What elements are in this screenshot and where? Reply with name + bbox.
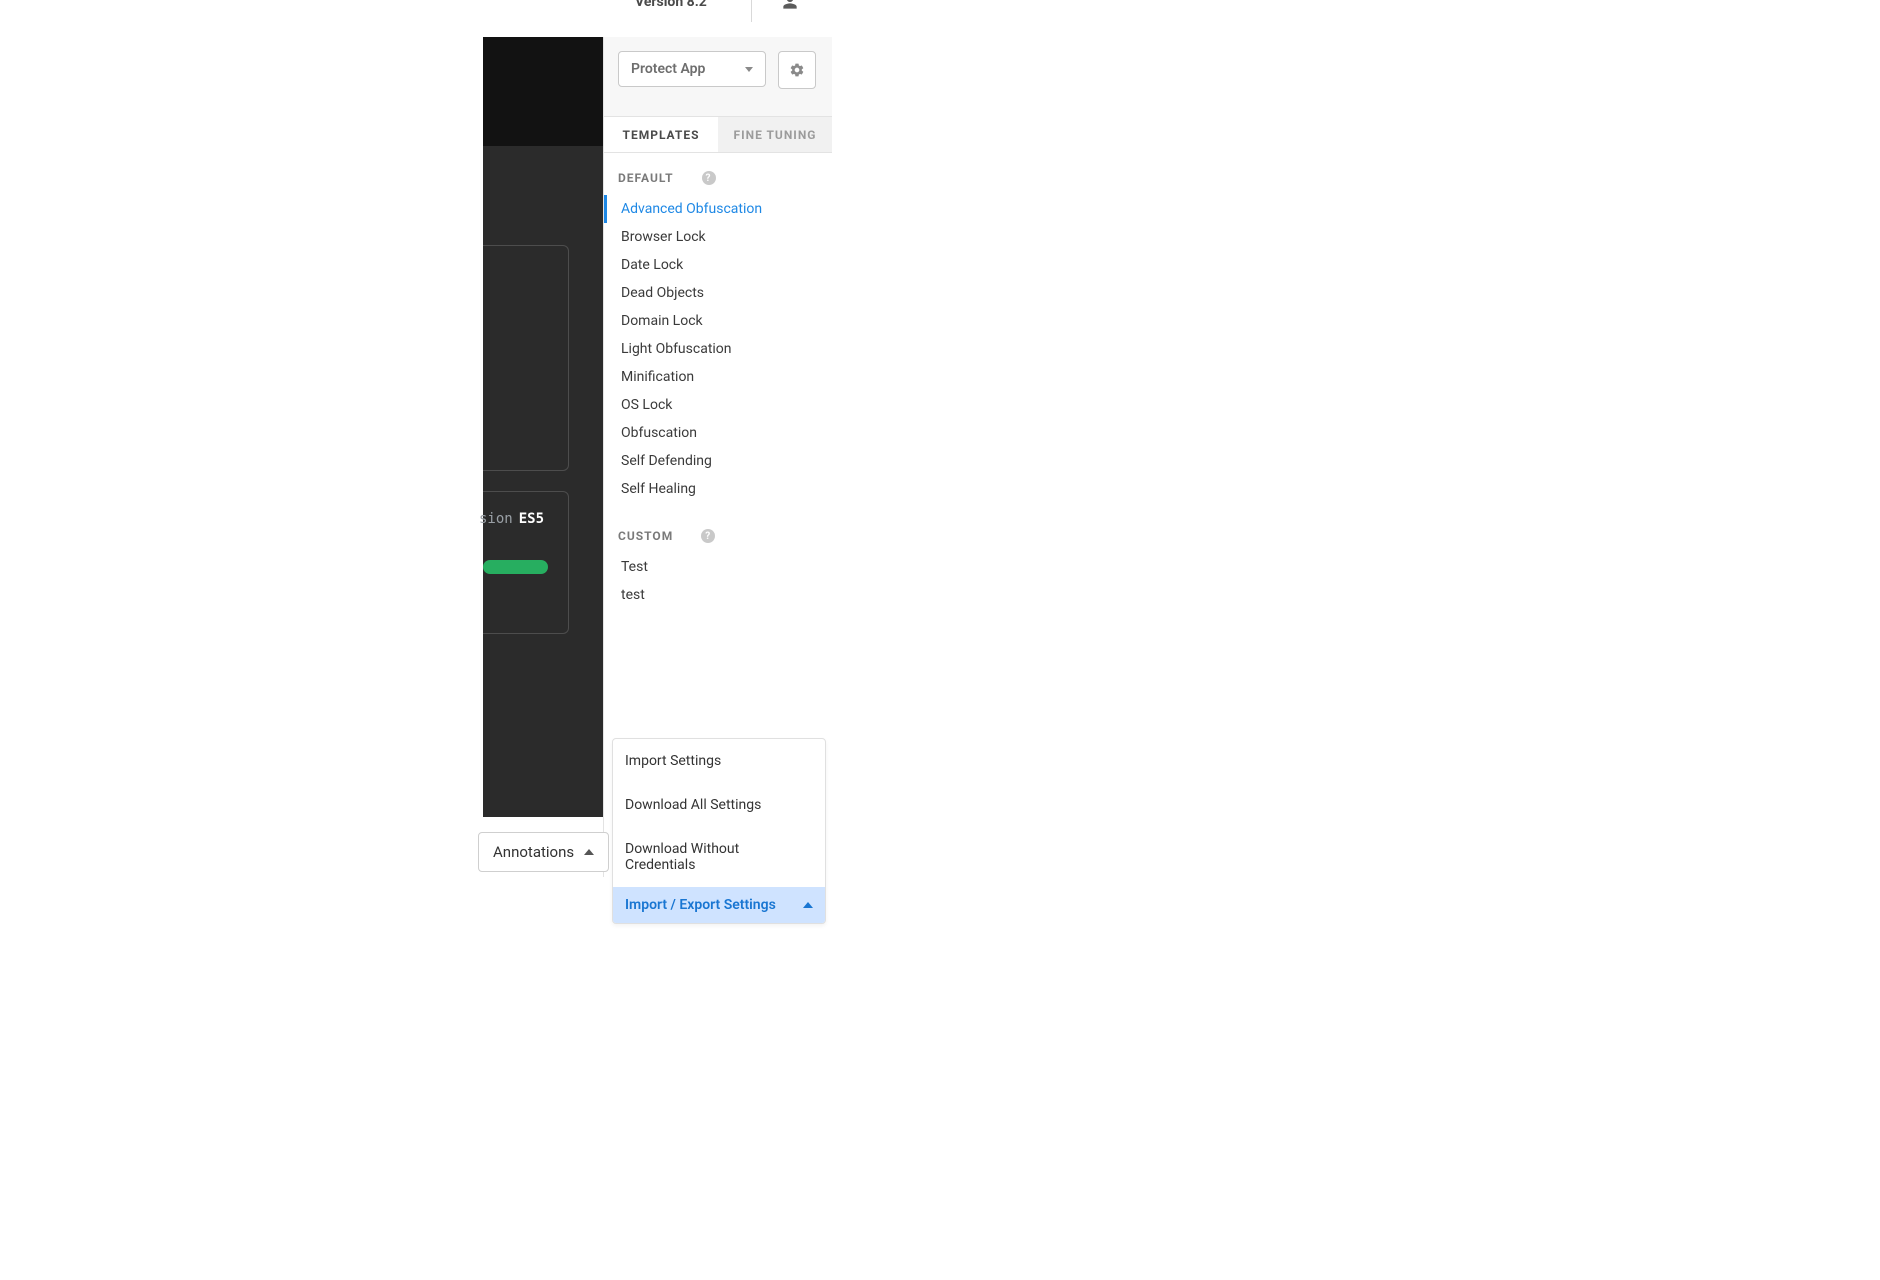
template-item[interactable]: Dead Objects bbox=[604, 279, 818, 307]
import-settings[interactable]: Import Settings bbox=[613, 739, 825, 783]
protect-app-label: Protect App bbox=[631, 61, 705, 77]
import-export-toggle[interactable]: Import / Export Settings bbox=[613, 887, 825, 923]
version-label: Version 8.2 bbox=[635, 0, 707, 10]
annotations-label: Annotations bbox=[493, 843, 574, 861]
template-item[interactable]: Minification bbox=[604, 363, 818, 391]
template-item[interactable]: Test bbox=[604, 553, 818, 581]
gear-icon bbox=[789, 62, 805, 78]
code-snippet: sion ES5 bbox=[479, 511, 544, 527]
template-item[interactable]: Self Defending bbox=[604, 447, 818, 475]
template-item[interactable]: Self Healing bbox=[604, 475, 818, 503]
section-custom: CUSTOM ? bbox=[618, 529, 818, 543]
chevron-up-icon bbox=[803, 902, 813, 908]
protect-app-dropdown[interactable]: Protect App bbox=[618, 51, 766, 87]
import-export-popup: Import Settings Download All Settings Do… bbox=[612, 738, 826, 924]
template-item[interactable]: OS Lock bbox=[604, 391, 818, 419]
code-box-upper bbox=[483, 245, 569, 471]
template-item[interactable]: Advanced Obfuscation bbox=[604, 195, 818, 223]
help-icon[interactable]: ? bbox=[702, 171, 716, 185]
user-icon[interactable] bbox=[782, 0, 800, 12]
code-token-es5: ES5 bbox=[519, 511, 544, 527]
settings-gear-button[interactable] bbox=[778, 51, 816, 89]
code-fragment: sion bbox=[479, 511, 513, 527]
template-item[interactable]: Domain Lock bbox=[604, 307, 818, 335]
caret-up-icon bbox=[584, 849, 594, 855]
template-item[interactable]: test bbox=[604, 581, 818, 609]
section-default-label: DEFAULT bbox=[618, 171, 674, 185]
caret-down-icon bbox=[745, 67, 753, 72]
header-divider bbox=[751, 0, 752, 22]
download-all-settings[interactable]: Download All Settings bbox=[613, 783, 825, 827]
progress-pill bbox=[483, 560, 548, 574]
section-custom-label: CUSTOM bbox=[618, 529, 673, 543]
panel-tabs: TEMPLATES FINE TUNING bbox=[604, 116, 832, 153]
section-default: DEFAULT ? bbox=[618, 171, 818, 185]
tab-fine-tuning[interactable]: FINE TUNING bbox=[718, 117, 832, 152]
help-icon[interactable]: ? bbox=[701, 529, 715, 543]
template-item[interactable]: Light Obfuscation bbox=[604, 335, 818, 363]
download-without-credentials[interactable]: Download Without Credentials bbox=[613, 827, 825, 887]
tab-templates[interactable]: TEMPLATES bbox=[604, 117, 718, 152]
template-item[interactable]: Obfuscation bbox=[604, 419, 818, 447]
import-export-toggle-label: Import / Export Settings bbox=[625, 897, 776, 913]
annotations-button[interactable]: Annotations bbox=[478, 832, 609, 872]
template-item[interactable]: Date Lock bbox=[604, 251, 818, 279]
template-item[interactable]: Browser Lock bbox=[604, 223, 818, 251]
